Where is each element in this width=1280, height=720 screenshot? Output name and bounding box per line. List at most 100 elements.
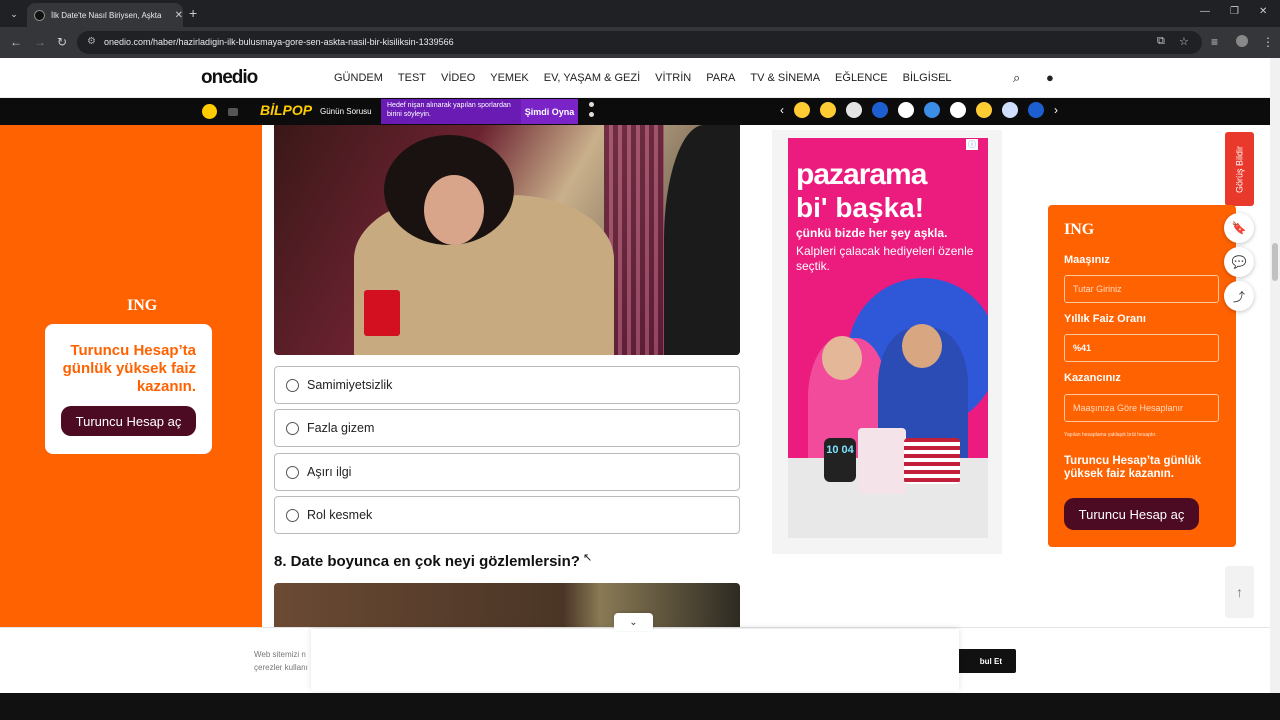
pazarama-ad[interactable]: ⓘ pazarama bi' başka! çünkü bizde her şe… [788, 138, 988, 538]
tab-list-chevron-icon[interactable]: ⌄ [5, 5, 23, 23]
more-dots-icon[interactable] [589, 102, 595, 122]
browser-toolbar: ← → ↻ ⚙ onedio.com/haber/hazirladigin-il… [0, 27, 1280, 58]
daily-question[interactable]: Hedef nişan alınarak yapılan sporlardan … [381, 99, 521, 124]
restore-icon[interactable]: ❐ [1230, 6, 1239, 17]
address-bar[interactable]: ⚙ onedio.com/haber/hazirladigin-ilk-bulu… [77, 31, 1202, 54]
watch-display: 10 04 [824, 438, 856, 482]
profile-avatar[interactable] [1236, 35, 1248, 47]
bookmark-icon[interactable]: 🔖 [1224, 213, 1254, 243]
badge-lightblue-icon[interactable] [924, 102, 940, 118]
answer-label: Aşırı ilgi [307, 465, 352, 479]
salary-input[interactable]: Tutar Giriniz [1064, 275, 1219, 303]
radio-icon[interactable] [286, 421, 299, 435]
ing-ad-message: Turuncu Hesap’ta günlük yüksek faiz kaza… [62, 342, 196, 395]
page-scrollbar[interactable] [1270, 58, 1280, 693]
ing-logo: ING [127, 297, 158, 314]
os-taskbar [0, 693, 1280, 720]
next-arrow-icon[interactable]: › [1054, 103, 1058, 117]
chevron-down-icon[interactable]: ⌄ [614, 613, 653, 631]
close-tab-icon[interactable]: ✕ [175, 10, 183, 21]
rate-input[interactable]: %41 [1064, 334, 1219, 362]
user-icon[interactable]: ● [1046, 70, 1054, 85]
ad-brand: pazarama [796, 158, 927, 191]
feature-strip: BİLPOP Günün Sorusu Hedef nişan alınarak… [0, 98, 1270, 125]
menu-item-test[interactable]: TEST [398, 72, 426, 84]
scroll-to-top-button[interactable]: ↑ [1225, 566, 1254, 618]
question-image [274, 125, 740, 355]
site-info-icon[interactable]: ⚙ [87, 36, 96, 47]
ok-badge-icon[interactable] [950, 102, 966, 118]
gift-icon[interactable] [228, 108, 238, 116]
question-heading: 8. Date boyunca en çok neyi gözlemlersin… [274, 553, 580, 570]
minimize-icon[interactable]: — [1200, 6, 1210, 17]
comments-icon[interactable]: 💬 [1224, 247, 1254, 277]
rate-label: Yıllık Faiz Oranı [1064, 313, 1146, 325]
main-menu: GÜNDEM TEST VİDEO YEMEK EV, YAŞAM & GEZİ… [334, 72, 967, 84]
ing-calculator-widget: ING Maaşınız Tutar Giriniz Yıllık Faiz O… [1048, 205, 1236, 547]
answer-option[interactable]: Samimiyetsizlik [274, 366, 740, 404]
snowflake-badge-icon[interactable] [1002, 102, 1018, 118]
badge-darkblue-icon[interactable] [1028, 102, 1044, 118]
browser-tab[interactable]: İlk Date'te Nasıl Biriysen, Aşkta ✕ [27, 3, 183, 27]
bookmark-star-icon[interactable]: ☆ [1179, 35, 1189, 48]
ing-open-account-button[interactable]: Turuncu Hesap aç [61, 406, 196, 436]
reaction-carousel: ‹ › [780, 102, 1068, 118]
search-icon[interactable]: ⌕ [1013, 70, 1020, 86]
ad-subline: çünkü bizde her şey aşkla. [796, 226, 948, 240]
red-cross-badge-icon[interactable] [898, 102, 914, 118]
new-tab-button[interactable]: + [189, 5, 197, 21]
menu-item-bilgisel[interactable]: BİLGİSEL [903, 72, 952, 84]
reload-icon[interactable]: ↻ [57, 35, 67, 49]
ad-info-icon[interactable]: ⓘ [966, 139, 978, 150]
menu-item-eglence[interactable]: EĞLENCE [835, 72, 888, 84]
bilpop-logo[interactable]: BİLPOP [260, 102, 312, 118]
answer-label: Samimiyetsizlik [307, 378, 393, 392]
earnings-output: Maaşınıza Göre Hesaplanır [1064, 394, 1219, 422]
salary-label: Maaşınız [1064, 254, 1110, 266]
favicon-icon [34, 9, 45, 21]
radio-icon[interactable] [286, 465, 299, 479]
menu-item-tv-sinema[interactable]: TV & SİNEMA [750, 72, 820, 84]
menu-item-vitrin[interactable]: VİTRİN [655, 72, 691, 84]
ad-description: Kalpleri çalacak hediyeleri özenle seçti… [796, 244, 974, 273]
answer-option[interactable]: Rol kesmek [274, 496, 740, 534]
ing-open-account-button[interactable]: Turuncu Hesap aç [1064, 498, 1199, 530]
forward-icon[interactable]: → [34, 35, 46, 49]
answer-label: Rol kesmek [307, 508, 373, 522]
back-icon[interactable]: ← [10, 35, 22, 49]
badge-blue-icon[interactable] [872, 102, 888, 118]
install-app-icon[interactable]: ⧉ [1157, 35, 1165, 48]
menu-item-video[interactable]: VİDEO [441, 72, 475, 84]
answer-option[interactable]: Aşırı ilgi [274, 453, 740, 491]
site-logo[interactable]: onedio [201, 67, 258, 89]
crying-emoji-icon[interactable] [794, 102, 810, 118]
media-control-icon[interactable]: ≡ [1211, 35, 1218, 49]
menu-item-para[interactable]: PARA [706, 72, 735, 84]
menu-item-yemek[interactable]: YEMEK [490, 72, 529, 84]
browser-menu-icon[interactable]: ⋮ [1262, 35, 1274, 49]
laughing-emoji-icon[interactable] [820, 102, 836, 118]
menu-item-gundem[interactable]: GÜNDEM [334, 72, 383, 84]
ing-logo: ING [1064, 221, 1095, 238]
close-window-icon[interactable]: ✕ [1259, 6, 1267, 17]
ad-headline: bi' başka! [796, 192, 925, 223]
cool-emoji-icon[interactable] [976, 102, 992, 118]
cookie-text: Web sitemizi n çerezler kullanı [254, 650, 308, 672]
share-icon[interactable]: ⤴ [1224, 281, 1254, 311]
disclaimer-note: Yapılan hesaplama yaklaşık brüt hesaptır… [1064, 432, 1157, 438]
radio-icon[interactable] [286, 378, 299, 392]
next-question-image [274, 583, 740, 627]
bottom-sticky-ad[interactable] [311, 629, 959, 691]
url-text: onedio.com/haber/hazirladigin-ilk-bulusm… [104, 37, 454, 47]
play-now-button[interactable]: Şimdi Oyna [521, 99, 578, 124]
radio-icon[interactable] [286, 508, 299, 522]
site-header: onedio GÜNDEM TEST VİDEO YEMEK EV, YAŞAM… [0, 58, 1270, 98]
chat-badge-icon[interactable] [846, 102, 862, 118]
emoji-face-icon[interactable] [202, 104, 217, 119]
prev-arrow-icon[interactable]: ‹ [780, 103, 784, 117]
answer-option[interactable]: Fazla gizem [274, 409, 740, 447]
earnings-label: Kazancınız [1064, 372, 1121, 384]
left-ing-ad[interactable]: ING Turuncu Hesap’ta günlük yüksek faiz … [0, 125, 262, 627]
feedback-button[interactable]: Görüş Bildir [1225, 132, 1254, 206]
menu-item-ev-yasam-gezi[interactable]: EV, YAŞAM & GEZİ [544, 72, 640, 84]
